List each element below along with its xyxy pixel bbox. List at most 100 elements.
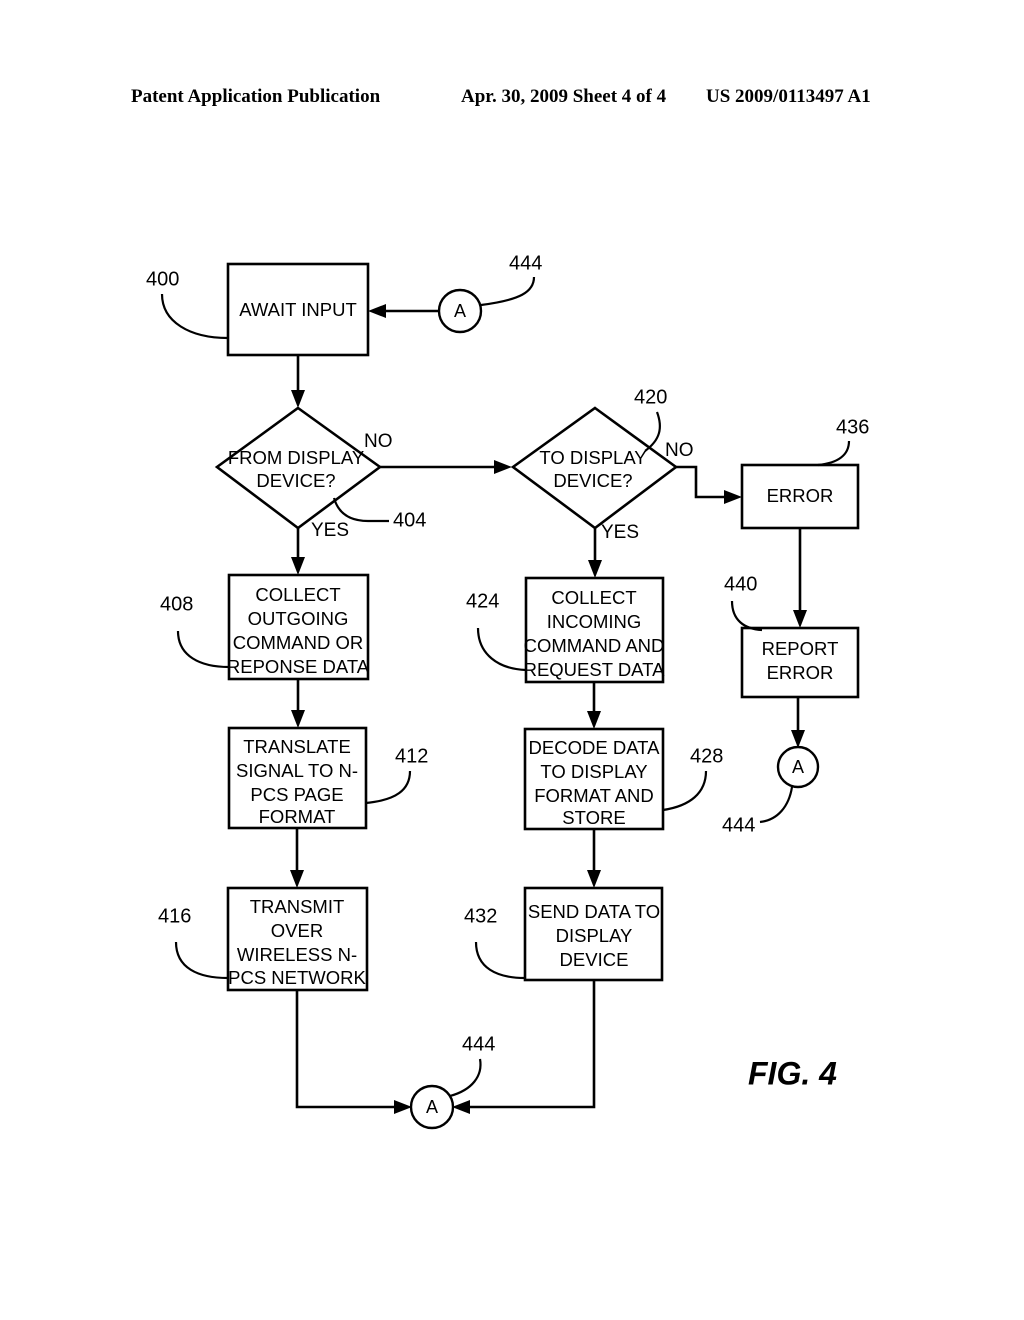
leader-line-440 (730, 600, 763, 632)
ref-444-bottom-group: 444 (449, 1033, 495, 1098)
to-display-device-diamond[interactable] (510, 406, 679, 530)
branch-label-to-display-no: NO (665, 440, 694, 461)
line-diamond2-no-to-error (676, 465, 730, 499)
leader-line-416 (174, 941, 229, 980)
arrowhead-decode (587, 711, 601, 729)
node-report-error[interactable]: REPORT ERROR (740, 626, 860, 699)
decode-data-label-line2: TO DISPLAY (540, 761, 647, 782)
ref-424-group: 424 (466, 590, 527, 672)
ref-number-420: 420 (634, 386, 667, 408)
leader-line-424 (476, 627, 527, 672)
ref-number-400: 400 (146, 268, 179, 290)
ref-440-group: 440 (724, 573, 763, 632)
arrowhead-diamond2 (494, 460, 512, 474)
collect-outgoing-label-line3: COMMAND OR (233, 632, 364, 653)
arrowhead-diamond1 (291, 390, 305, 408)
ref-number-416: 416 (158, 905, 191, 927)
ref-number-428: 428 (690, 745, 723, 767)
ref-number-408: 408 (160, 593, 193, 615)
leader-line-444-mid (759, 786, 794, 824)
connector-a-top-letter: A (454, 301, 466, 321)
connector-a-top[interactable]: A (437, 288, 483, 334)
decode-data-label-line1: DECODE DATA (529, 737, 661, 758)
transmit-over-label-line4: PCS NETWORK (228, 967, 366, 988)
translate-signal-label-line2: SIGNAL TO N- (236, 760, 358, 781)
leader-line-436 (817, 440, 851, 467)
arrowhead-collect-outgoing (291, 557, 305, 575)
branch-label-from-display-no: NO (364, 431, 393, 452)
translate-signal-label-line1: TRANSLATE (243, 736, 351, 757)
error-label: ERROR (767, 485, 834, 506)
ref-416-group: 416 (158, 905, 229, 980)
node-send-data-to-display[interactable]: SEND DATA TO DISPLAY DEVICE (523, 886, 664, 982)
transmit-over-label-line1: TRANSMIT (250, 896, 345, 917)
collect-incoming-label-line3: COMMAND AND (524, 635, 665, 656)
ref-number-440: 440 (724, 573, 757, 595)
arrowhead-connector-a-mid (791, 730, 805, 748)
decode-data-label-line3: FORMAT AND (534, 785, 654, 806)
translate-signal-label-line3: PCS PAGE (250, 784, 343, 805)
ref-436-group: 436 (817, 416, 869, 467)
branch-label-from-display-yes: YES (311, 520, 349, 541)
decode-data-label-line4: STORE (562, 807, 625, 828)
leader-line-444-top (480, 276, 536, 307)
line-transmit-to-bottom-connector (295, 990, 400, 1109)
arrowhead-send-data (587, 870, 601, 888)
arrowhead-await-input (368, 304, 386, 318)
arrowhead-error (724, 490, 742, 504)
node-await-input[interactable]: AWAIT INPUT (226, 262, 370, 357)
collect-incoming-label-line1: COLLECT (551, 587, 636, 608)
send-data-label-line1: SEND DATA TO (528, 901, 660, 922)
connector-a-bottom-letter: A (426, 1097, 438, 1117)
ref-444-mid-group: 444 (722, 786, 794, 836)
leader-line-404 (332, 497, 389, 523)
arrowhead-report-error (793, 610, 807, 628)
from-display-device-label-line1: FROM DISPLAY (228, 447, 364, 468)
collect-incoming-label-line2: INCOMING (547, 611, 642, 632)
branch-label-to-display-yes: YES (601, 522, 639, 543)
node-collect-incoming[interactable]: COLLECT INCOMING COMMAND AND REQUEST DAT… (524, 576, 665, 684)
arrowhead-collect-incoming (588, 560, 602, 578)
node-error[interactable]: ERROR (740, 463, 860, 530)
flowchart-figure: AWAIT INPUT 400 A 444 FROM DISPLAY DEVIC… (0, 0, 1024, 1320)
transmit-over-label-line2: OVER (271, 920, 323, 941)
leader-line-444-bottom (449, 1058, 482, 1098)
from-display-device-diamond[interactable] (214, 406, 383, 530)
transmit-over-label-line3: WIRELESS N- (237, 944, 357, 965)
to-display-device-label-line2: DEVICE? (553, 470, 632, 491)
send-data-label-line2: DISPLAY (556, 925, 633, 946)
figure-label: FIG. 4 (748, 1055, 837, 1091)
collect-outgoing-label-line1: COLLECT (255, 584, 340, 605)
translate-signal-label-line4: FORMAT (259, 806, 336, 827)
report-error-label-line1: REPORT (762, 638, 839, 659)
connector-a-bottom[interactable]: A (409, 1084, 455, 1130)
leader-line-428 (662, 770, 708, 812)
from-display-device-label-line2: DEVICE? (256, 470, 335, 491)
node-from-display-device-decision[interactable]: FROM DISPLAY DEVICE? (214, 406, 383, 530)
node-collect-outgoing[interactable]: COLLECT OUTGOING COMMAND OR REPONSE DATA (227, 573, 370, 681)
ref-number-444-mid: 444 (722, 814, 755, 836)
to-display-device-label-line1: TO DISPLAY (539, 447, 646, 468)
leader-line-412 (365, 770, 412, 805)
ref-number-444-bottom: 444 (462, 1033, 495, 1055)
ref-412-group: 412 (365, 745, 428, 805)
arrowhead-bottom-connector-left (394, 1100, 412, 1114)
leader-line-432 (474, 941, 526, 980)
collect-outgoing-label-line4: REPONSE DATA (227, 656, 370, 677)
ref-number-412: 412 (395, 745, 428, 767)
ref-444-top-group: 444 (480, 252, 542, 307)
arrowhead-translate (291, 710, 305, 728)
report-error-label-line2: ERROR (767, 662, 834, 683)
arrowhead-bottom-connector-right (452, 1100, 470, 1114)
ref-number-432: 432 (464, 905, 497, 927)
ref-number-436: 436 (836, 416, 869, 438)
node-translate-signal[interactable]: TRANSLATE SIGNAL TO N- PCS PAGE FORMAT (227, 726, 368, 830)
send-data-label-line3: DEVICE (560, 949, 629, 970)
node-transmit-over-wireless[interactable]: TRANSMIT OVER WIRELESS N- PCS NETWORK (226, 886, 369, 992)
collect-outgoing-label-line2: OUTGOING (248, 608, 349, 629)
ref-number-404: 404 (393, 509, 426, 531)
ref-432-group: 432 (464, 905, 526, 980)
connector-a-mid[interactable]: A (776, 745, 820, 789)
node-to-display-device-decision[interactable]: TO DISPLAY DEVICE? (510, 406, 679, 530)
node-decode-data[interactable]: DECODE DATA TO DISPLAY FORMAT AND STORE (523, 727, 665, 831)
